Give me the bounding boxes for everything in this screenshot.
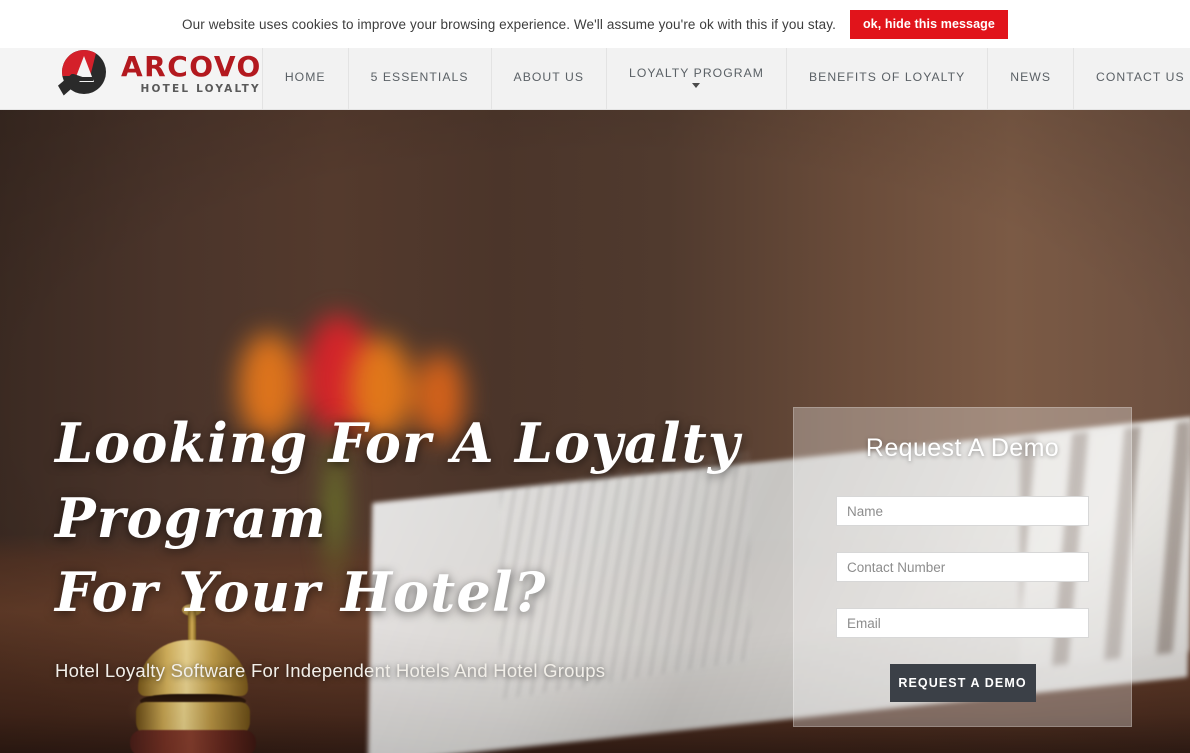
page-title: Looking For A Loyalty Program For Your H… <box>55 406 795 630</box>
arcovo-emblem-icon <box>58 48 110 98</box>
logo-wordmark: ARCOVO HOTEL LOYALTY <box>121 49 262 95</box>
logo-subtitle: HOTEL LOYALTY <box>140 82 261 95</box>
nav-item-home[interactable]: HOME <box>261 42 348 109</box>
chevron-down-icon <box>692 82 701 88</box>
nav-item-about-us[interactable]: ABOUT US <box>490 42 606 109</box>
hero-section: Looking For A Loyalty Program For Your H… <box>0 110 1190 753</box>
site-logo[interactable]: ARCOVO HOTEL LOYALTY <box>0 42 262 109</box>
nav-label: CONTACT US <box>1096 69 1185 84</box>
email-field[interactable] <box>836 608 1089 638</box>
cookie-consent-bar: Our website uses cookies to improve your… <box>0 0 1190 48</box>
nav-label: BENEFITS OF LOYALTY <box>808 69 966 84</box>
hero-title-line-2: For Your Hotel? <box>55 560 547 625</box>
name-field[interactable] <box>836 496 1089 526</box>
nav-item-5-essentials[interactable]: 5 ESSENTIALS <box>347 42 491 109</box>
nav-item-contact-us[interactable]: CONTACT US <box>1073 42 1190 109</box>
cookie-message: Our website uses cookies to improve your… <box>182 16 836 32</box>
request-demo-button[interactable]: REQUEST A DEMO <box>889 664 1036 702</box>
nav-label: ABOUT US <box>513 69 585 84</box>
demo-form-title: Request A Demo <box>865 434 1060 462</box>
contact-number-field[interactable] <box>836 552 1089 582</box>
cookie-accept-button[interactable]: ok, hide this message <box>849 9 1008 39</box>
nav-item-benefits-of-loyalty[interactable]: BENEFITS OF LOYALTY <box>785 42 987 109</box>
nav-item-loyalty-program[interactable]: LOYALTY PROGRAM <box>606 42 786 109</box>
main-navigation: HOME 5 ESSENTIALS ABOUT US LOYALTY PROGR… <box>261 42 1190 109</box>
nav-label: LOYALTY PROGRAM <box>629 65 764 80</box>
site-header: ARCOVO HOTEL LOYALTY HOME 5 ESSENTIALS A… <box>0 42 1190 110</box>
nav-label: HOME <box>284 69 326 84</box>
hero-title-line-1: Looking For A Loyalty Program <box>55 411 741 550</box>
logo-title: ARCOVO <box>121 49 262 83</box>
nav-label: 5 ESSENTIALS <box>370 69 469 84</box>
hero-copy: Looking For A Loyalty Program For Your H… <box>55 406 795 682</box>
request-demo-form: Request A Demo REQUEST A DEMO <box>793 407 1132 727</box>
nav-label: NEWS <box>1010 69 1052 84</box>
nav-item-news[interactable]: NEWS <box>987 42 1073 109</box>
hero-subtitle: Hotel Loyalty Software For Independent H… <box>55 659 606 681</box>
